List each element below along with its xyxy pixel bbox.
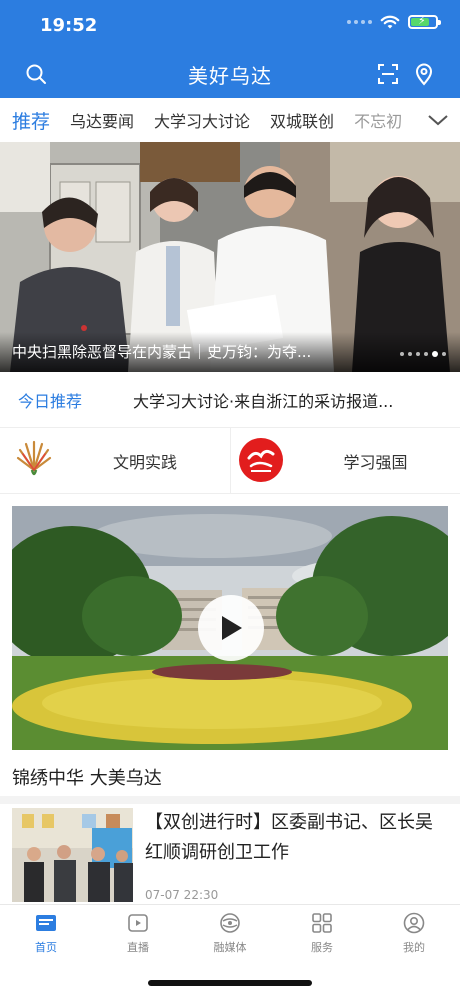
live-icon xyxy=(128,914,148,932)
location-icon[interactable] xyxy=(412,62,436,86)
profile-icon xyxy=(403,912,425,934)
carousel-dot xyxy=(400,352,404,356)
play-icon xyxy=(222,616,242,640)
tabs-expand-button[interactable] xyxy=(416,98,460,142)
status-icons: ⚡ xyxy=(347,14,441,30)
hero-caption-overlay: 中央扫黑除恶督导在内蒙古｜史万钧：为夺... xyxy=(0,332,460,372)
tab-study-discussion[interactable]: 大学习大讨论 xyxy=(144,108,260,132)
news-thumbnail xyxy=(12,808,133,902)
tab-label: 我的 xyxy=(403,941,425,954)
shortcut-xuexi-qiangguo[interactable]: 学习强国 xyxy=(230,428,460,494)
play-button[interactable] xyxy=(198,595,264,661)
home-indicator[interactable] xyxy=(148,980,312,986)
today-recommend-label: 今日推荐 xyxy=(18,391,83,411)
carousel-dot xyxy=(416,352,420,356)
category-tabs: 推荐 乌达要闻 大学习大讨论 双城联创 不忘初 xyxy=(0,98,460,142)
battery-icon: ⚡ xyxy=(408,14,441,29)
tab-label: 直播 xyxy=(127,941,149,954)
cellular-signal-icon xyxy=(347,20,372,24)
services-icon xyxy=(312,913,332,933)
tab-label: 首页 xyxy=(35,941,57,954)
shortcut-label: 学习强国 xyxy=(343,453,408,472)
carousel-dot-active xyxy=(432,351,438,357)
wifi-icon xyxy=(380,15,400,29)
tab-wuda-news[interactable]: 乌达要闻 xyxy=(60,108,144,132)
carousel-dot xyxy=(442,352,446,356)
carousel-indicator xyxy=(400,351,446,357)
tab-recommend[interactable]: 推荐 xyxy=(0,107,60,134)
video-title[interactable]: 锦绣中华 大美乌达 xyxy=(12,764,162,790)
scan-icon[interactable] xyxy=(376,62,400,86)
tab-home[interactable]: 首页 xyxy=(0,905,92,996)
hero-caption: 中央扫黑除恶督导在内蒙古｜史万钧：为夺... xyxy=(12,343,312,361)
status-time: 19:52 xyxy=(40,15,98,36)
hero-carousel[interactable]: 中央扫黑除恶督导在内蒙古｜史万钧：为夺... xyxy=(0,142,460,372)
chevron-down-icon xyxy=(428,115,448,126)
section-divider xyxy=(0,796,460,804)
shortcut-row: 文明实践 学习强国 xyxy=(0,428,460,494)
carousel-dot xyxy=(424,352,428,356)
tab-never-forget[interactable]: 不忘初 xyxy=(344,108,412,132)
shortcut-label: 文明实践 xyxy=(112,453,177,472)
tab-profile[interactable]: 我的 xyxy=(368,905,460,996)
news-list-item[interactable]: 【双创进行时】区委副书记、区长吴红顺调研创卫工作 07-07 22:30 xyxy=(0,804,460,904)
today-recommend-headline[interactable]: 大学习大讨论·来自浙江的采访报道... xyxy=(133,388,393,412)
shortcut-civilization-practice[interactable]: 文明实践 xyxy=(0,428,230,494)
news-title: 【双创进行时】区委副书记、区长吴红顺调研创卫工作 xyxy=(145,812,433,863)
nav-bar: 美好乌达 xyxy=(0,52,460,96)
carousel-dot xyxy=(408,352,412,356)
today-recommend-row[interactable]: 今日推荐 大学习大讨论·来自浙江的采访报道... xyxy=(0,372,460,428)
home-icon xyxy=(36,915,56,931)
tab-label: 融媒体 xyxy=(213,941,247,954)
tab-label: 服务 xyxy=(311,941,333,954)
video-card[interactable] xyxy=(12,506,448,750)
app-header: 19:52 ⚡ 美好乌达 xyxy=(0,0,460,98)
status-bar: 19:52 ⚡ xyxy=(0,0,460,50)
news-timestamp: 07-07 22:30 xyxy=(145,888,219,902)
tab-dual-city[interactable]: 双城联创 xyxy=(260,108,344,132)
media-icon xyxy=(220,913,240,933)
